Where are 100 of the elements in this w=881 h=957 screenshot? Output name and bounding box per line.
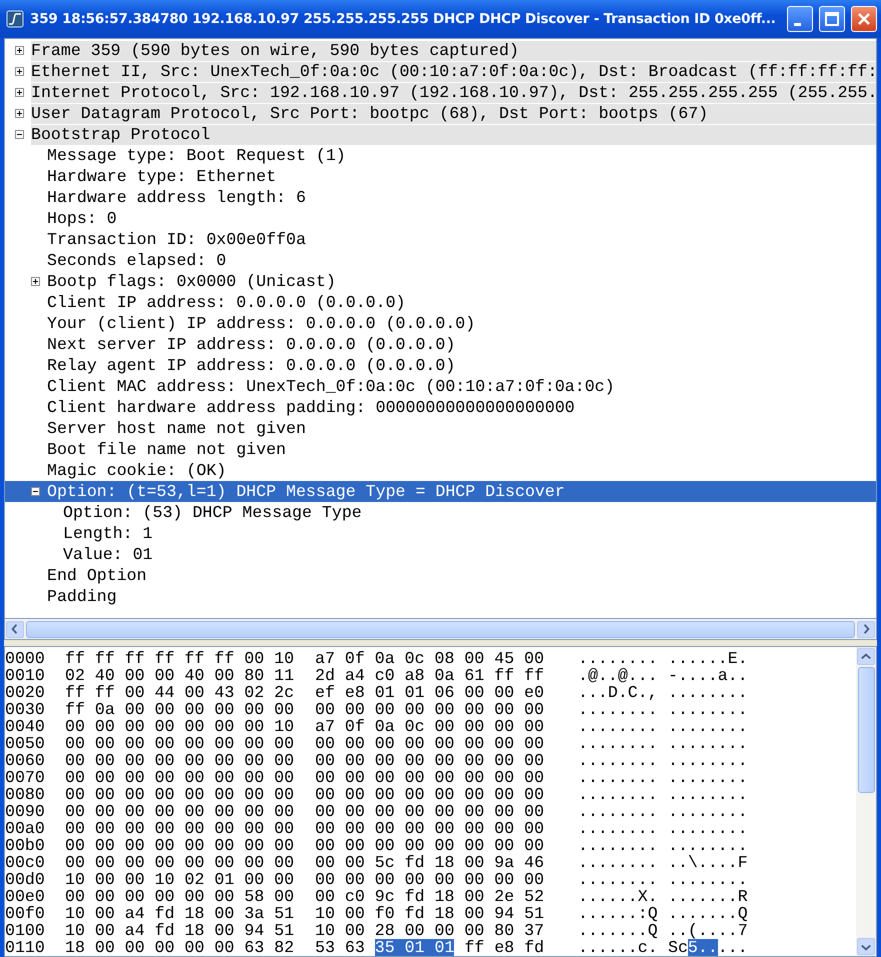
tree-row[interactable]: Bootp flags: 0x0000 (Unicast) <box>5 271 876 292</box>
hex-offset: 0000 <box>5 650 46 667</box>
ascii-text: ........ <box>668 752 748 769</box>
ascii-text: ........ <box>578 735 658 752</box>
ascii-text: ......c. <box>578 939 658 956</box>
scroll-right-button[interactable] <box>857 620 875 638</box>
hex-offset: 00b0 <box>5 837 46 854</box>
ascii-text: ........ <box>668 837 748 854</box>
ascii-text: ........ <box>578 701 658 718</box>
ascii-text: -....a.. <box>668 667 748 684</box>
hex-bytes: 10 00 28 00 00 00 80 37 <box>315 922 544 939</box>
tree-row[interactable]: End Option <box>5 565 876 586</box>
hex-bytes: 00 00 00 00 00 00 00 00 <box>65 735 294 752</box>
hex-bytes: 00 00 00 00 00 00 00 00 <box>315 752 544 769</box>
tree-row[interactable]: Client IP address: 0.0.0.0 (0.0.0.0) <box>5 292 876 313</box>
ascii-text: .......Q <box>578 922 658 939</box>
expand-icon[interactable] <box>31 277 40 286</box>
tree-row[interactable]: Boot file name not given <box>5 439 876 460</box>
scroll-left-button[interactable] <box>6 620 24 638</box>
tree-row[interactable]: Client hardware address padding: 00000000000000000000 <box>5 397 876 418</box>
hex-bytes: 00 00 00 00 00 00 00 10 <box>65 718 294 735</box>
hex-bytes: 00 00 5c fd 18 00 9a 46 <box>315 854 544 871</box>
hex-offset: 00d0 <box>5 871 46 888</box>
hex-bytes: 00 00 00 00 00 00 00 00 <box>315 803 544 820</box>
ascii-text: ..(....7 <box>668 922 748 939</box>
hex-offset: 0090 <box>5 803 46 820</box>
tree-row[interactable]: Hardware address length: 6 <box>5 187 876 208</box>
collapse-icon[interactable] <box>31 487 40 496</box>
hex-offset: 0070 <box>5 769 46 786</box>
tree-row[interactable]: Transaction ID: 0x00e0ff0a <box>5 229 876 250</box>
tree-row[interactable]: Relay agent IP address: 0.0.0.0 (0.0.0.0) <box>5 355 876 376</box>
ascii-text: ........ <box>668 871 748 888</box>
hex-bytes: 10 00 a4 fd 18 00 3a 51 <box>65 905 294 922</box>
ascii-text: ... <box>718 939 748 956</box>
close-icon <box>856 11 872 27</box>
hex-bytes: 00 00 00 00 00 00 00 00 <box>65 786 294 803</box>
tree-row[interactable]: Hops: 0 <box>5 208 876 229</box>
tree-row[interactable]: Hardware type: Ethernet <box>5 166 876 187</box>
hex-bytes: 00 00 00 00 00 00 00 00 <box>65 752 294 769</box>
hex-offset: 00c0 <box>5 854 46 871</box>
maximize-button[interactable] <box>819 6 845 32</box>
hex-offset: 0010 <box>5 667 46 684</box>
hex-bytes: 00 00 00 00 00 00 00 00 <box>315 786 544 803</box>
hex-bytes: 00 00 00 00 00 00 00 00 <box>315 820 544 837</box>
expand-icon[interactable] <box>15 67 24 76</box>
hex-offset: 0060 <box>5 752 46 769</box>
ascii-text: ........ <box>668 718 748 735</box>
tree-row[interactable]: Value: 01 <box>5 544 876 565</box>
ascii-text: ........ <box>578 803 658 820</box>
ascii-text: ........ <box>668 735 748 752</box>
expand-icon[interactable] <box>15 88 24 97</box>
ascii-text: ........ <box>578 752 658 769</box>
ascii-text: .......Q <box>668 905 748 922</box>
scrollbar-thumb[interactable] <box>26 620 855 638</box>
tree-row[interactable]: Message type: Boot Request (1) <box>5 145 876 166</box>
hex-offset: 0080 <box>5 786 46 803</box>
expand-icon[interactable] <box>15 109 24 118</box>
tree-row[interactable]: Length: 1 <box>5 523 876 544</box>
tree-row[interactable]: Your (client) IP address: 0.0.0.0 (0.0.0.0) <box>5 313 876 334</box>
close-button[interactable] <box>851 6 877 32</box>
scrollbar-thumb[interactable] <box>858 667 874 793</box>
hex-bytes: ff e8 fd <box>464 939 544 956</box>
tree-row[interactable]: Padding <box>5 586 876 607</box>
tree-row[interactable]: Next server IP address: 0.0.0.0 (0.0.0.0) <box>5 334 876 355</box>
hex-bytes: 00 00 00 00 00 00 00 00 <box>65 837 294 854</box>
ascii-text: ......X. <box>578 888 658 905</box>
ascii-text: ........ <box>578 786 658 803</box>
ascii-text: ...D.C., <box>578 684 658 701</box>
hex-bytes: 00 00 00 00 00 00 00 00 <box>315 701 544 718</box>
hex-bytes: 00 00 00 00 00 00 00 00 <box>65 854 294 871</box>
ascii-text: ......E. <box>668 650 748 667</box>
ascii-text: ........ <box>668 684 748 701</box>
hex-bytes: 00 00 00 00 00 00 00 00 <box>315 837 544 854</box>
app-icon <box>6 10 24 28</box>
ascii-text: 5.. <box>688 939 718 956</box>
tree-row[interactable]: Client MAC address: UnexTech_0f:0a:0c (00:10:a7:0f:0a:0c) <box>5 376 876 397</box>
hex-bytes: 53 63 <box>315 939 365 956</box>
expand-icon[interactable] <box>15 46 24 55</box>
window-title: 359 18:56:57.384780 192.168.10.97 255.255.255.255 DHCP DHCP Discover - Transaction ID 0xe0ff... <box>30 11 777 27</box>
hex-bytes: 2d a4 c0 a8 0a 61 ff ff <box>315 667 544 684</box>
scroll-down-button[interactable] <box>857 938 875 955</box>
scroll-up-button[interactable] <box>857 648 875 665</box>
ascii-text: ........ <box>668 786 748 803</box>
minimize-button[interactable] <box>787 6 813 32</box>
ascii-text: ........ <box>578 718 658 735</box>
tree-row[interactable]: Magic cookie: (OK) <box>5 460 876 481</box>
collapse-icon[interactable] <box>15 130 24 139</box>
hex-bytes: 00 00 00 00 00 00 00 00 <box>65 820 294 837</box>
hex-bytes: 00 00 00 00 00 00 00 00 <box>315 735 544 752</box>
tree-row[interactable]: Server host name not given <box>5 418 876 439</box>
tree-row[interactable]: Option: (53) DHCP Message Type <box>5 502 876 523</box>
hex-bytes: 35 01 01 <box>374 939 454 956</box>
hex-bytes: 00 00 00 00 00 00 00 00 <box>65 769 294 786</box>
hex-bytes: 00 c0 9c fd 18 00 2e 52 <box>315 888 544 905</box>
hex-bytes: a7 0f 0a 0c 00 00 00 00 <box>315 718 544 735</box>
tree-row[interactable]: Seconds elapsed: 0 <box>5 250 876 271</box>
hex-bytes: a7 0f 0a 0c 08 00 45 00 <box>315 650 544 667</box>
hex-bytes: 10 00 f0 fd 18 00 94 51 <box>315 905 544 922</box>
tree-row[interactable]: Option: (t=53,l=1) DHCP Message Type = DHCP Discover <box>5 481 876 502</box>
ascii-text: Sc <box>668 939 688 956</box>
